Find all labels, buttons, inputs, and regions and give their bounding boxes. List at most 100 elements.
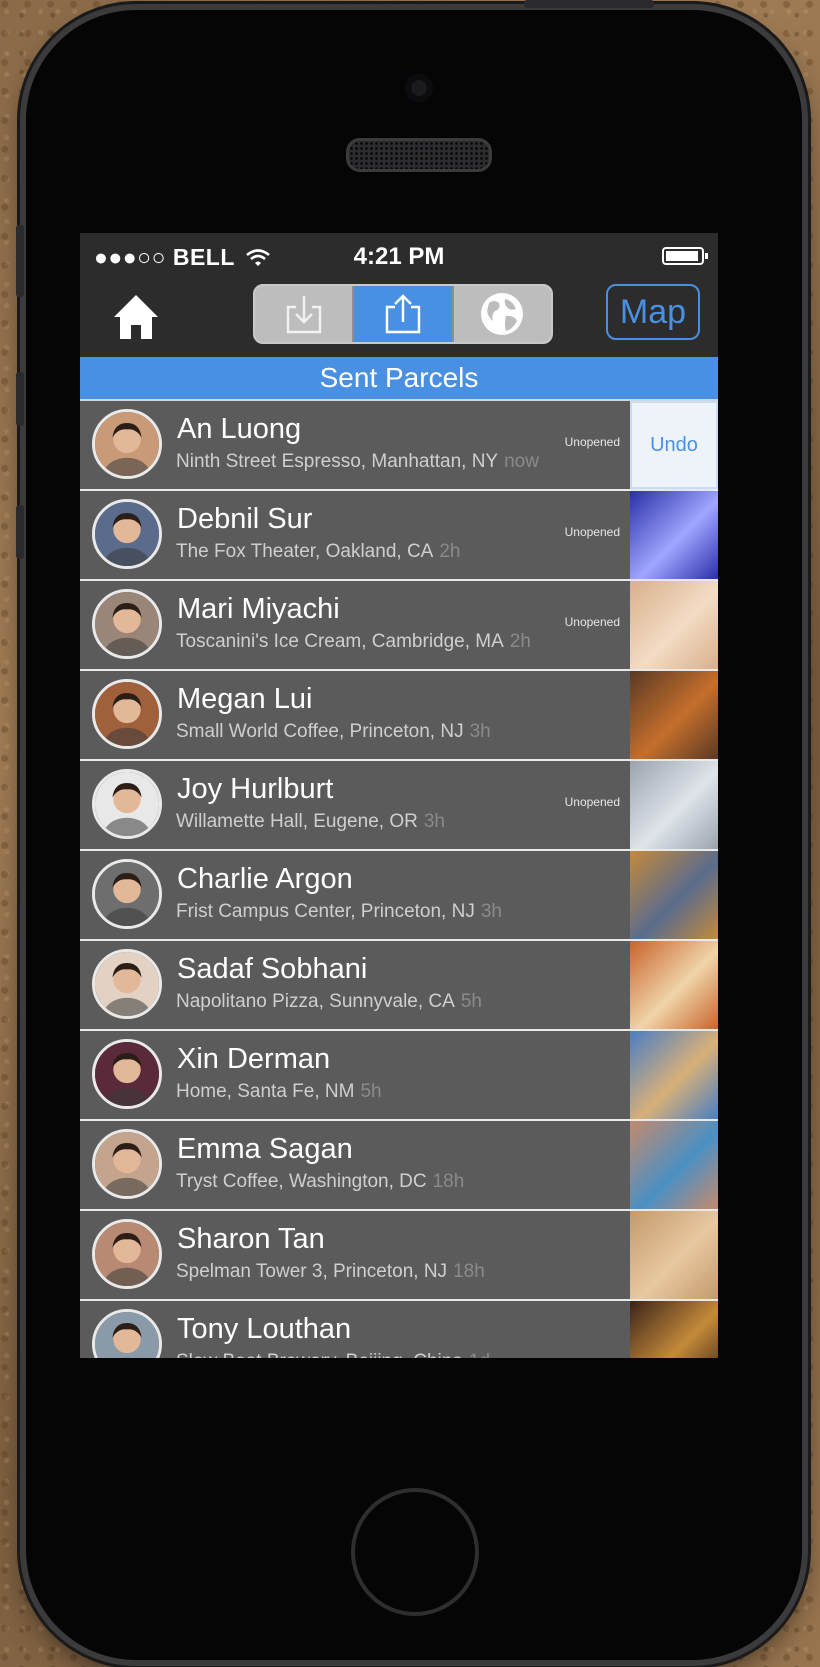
parcel-status: Unopened	[564, 615, 620, 629]
parcel-row-7[interactable]: Sadaf Sobhani Napolitano Pizza, Sunnyval…	[80, 941, 718, 1031]
sent-time: 3h	[423, 811, 445, 832]
front-camera	[405, 74, 433, 102]
parcel-photo[interactable]	[630, 671, 718, 759]
parcel-row-10[interactable]: Sharon Tan Spelman Tower 3, Princeton, N…	[80, 1211, 718, 1301]
segment-sent[interactable]	[352, 286, 452, 342]
sent-time: 2h	[439, 541, 461, 562]
parcel-list: An Luong Ninth Street Espresso, Manhatta…	[80, 399, 718, 1358]
hardware-home-button	[351, 1488, 479, 1616]
segment-explore[interactable]	[451, 286, 551, 342]
location-text: Slow Boat Brewery, Beijing, China	[176, 1351, 463, 1358]
earpiece-speaker	[346, 138, 492, 172]
download-icon	[286, 296, 321, 334]
parcel-location: Home, Santa Fe, NM 5h	[176, 1081, 382, 1103]
sent-time: 3h	[480, 901, 502, 922]
location-text: Small World Coffee, Princeton, NJ	[176, 721, 464, 742]
phone-frame: ●●●○○ BELL 4:21 PM Map Sent Parcels An L…	[16, 0, 802, 1660]
parcel-photo[interactable]	[630, 491, 718, 579]
segment-inbox[interactable]	[255, 286, 352, 342]
parcel-status: Unopened	[564, 435, 620, 449]
parcel-location: The Fox Theater, Oakland, CA 2h	[176, 541, 460, 563]
parcel-location: Willamette Hall, Eugene, OR 3h	[176, 811, 445, 833]
parcel-photo[interactable]	[630, 581, 718, 669]
recipient-name: Sadaf Sobhani	[177, 953, 368, 985]
sent-time: 18h	[453, 1261, 485, 1282]
parcel-location: Frist Campus Center, Princeton, NJ 3h	[176, 901, 502, 923]
parcel-location: Ninth Street Espresso, Manhattan, NY now	[176, 451, 539, 473]
parcel-photo[interactable]	[630, 851, 718, 939]
parcel-row-3[interactable]: Mari Miyachi Toscanini's Ice Cream, Camb…	[80, 581, 718, 671]
recipient-name: Sharon Tan	[177, 1223, 325, 1255]
power-button	[524, 0, 654, 8]
avatar	[92, 769, 162, 839]
location-text: Ninth Street Espresso, Manhattan, NY	[176, 451, 499, 472]
sent-time: 1d	[469, 1351, 490, 1358]
recipient-name: Debnil Sur	[177, 503, 313, 535]
avatar-photo	[95, 952, 159, 1016]
undo-button[interactable]: Undo	[630, 401, 718, 489]
map-button[interactable]: Map	[606, 284, 700, 340]
avatar-photo	[95, 1132, 159, 1196]
avatar	[92, 409, 162, 479]
parcel-status: Unopened	[564, 525, 620, 539]
parcel-photo[interactable]	[630, 1031, 718, 1119]
volume-up-button	[16, 372, 24, 426]
globe-icon	[481, 293, 524, 335]
sent-time: now	[504, 451, 539, 472]
avatar-photo	[95, 1222, 159, 1286]
parcel-row-5[interactable]: Joy Hurlburt Willamette Hall, Eugene, OR…	[80, 761, 718, 851]
parcel-status: Unopened	[564, 795, 620, 809]
location-text: Spelman Tower 3, Princeton, NJ	[176, 1261, 448, 1282]
mute-switch	[16, 225, 24, 297]
parcel-photo[interactable]	[630, 941, 718, 1029]
avatar	[92, 1129, 162, 1199]
sent-time: 5h	[460, 991, 482, 1012]
parcel-row-8[interactable]: Xin Derman Home, Santa Fe, NM 5h	[80, 1031, 718, 1121]
battery-icon	[662, 247, 708, 265]
status-time: 4:21 PM	[353, 243, 445, 270]
avatar	[92, 949, 162, 1019]
avatar-photo	[95, 502, 159, 566]
avatar	[92, 679, 162, 749]
location-text: Tryst Coffee, Washington, DC	[176, 1171, 427, 1192]
parcel-location: Napolitano Pizza, Sunnyvale, CA 5h	[176, 991, 482, 1013]
battery-level	[666, 251, 699, 261]
recipient-name: An Luong	[177, 413, 302, 445]
avatar-photo	[95, 592, 159, 656]
avatar-photo	[95, 412, 159, 476]
section-title: Sent Parcels	[80, 357, 718, 399]
avatar	[92, 1309, 162, 1358]
location-text: Frist Campus Center, Princeton, NJ	[176, 901, 475, 922]
avatar-photo	[95, 862, 159, 926]
parcel-row-4[interactable]: Megan Lui Small World Coffee, Princeton,…	[80, 671, 718, 761]
parcel-photo[interactable]	[630, 761, 718, 849]
recipient-name: Joy Hurlburt	[177, 773, 334, 805]
parcel-photo[interactable]	[630, 1211, 718, 1299]
parcel-photo[interactable]	[630, 1301, 718, 1358]
location-text: Home, Santa Fe, NM	[176, 1081, 355, 1102]
recipient-name: Emma Sagan	[177, 1133, 353, 1165]
parcel-row-1[interactable]: An Luong Ninth Street Espresso, Manhatta…	[80, 399, 718, 491]
avatar	[92, 859, 162, 929]
upload-icon	[385, 294, 421, 334]
avatar	[92, 1039, 162, 1109]
parcel-row-2[interactable]: Debnil Sur The Fox Theater, Oakland, CA 2…	[80, 491, 718, 581]
recipient-name: Mari Miyachi	[177, 593, 340, 625]
avatar	[92, 1219, 162, 1289]
avatar	[92, 499, 162, 569]
parcel-location: Small World Coffee, Princeton, NJ 3h	[176, 721, 491, 743]
sent-time: 18h	[432, 1171, 465, 1192]
avatar-photo	[95, 772, 159, 836]
location-text: The Fox Theater, Oakland, CA	[176, 541, 434, 562]
sent-time: 2h	[509, 631, 531, 652]
volume-down-button	[16, 505, 24, 559]
parcel-row-11[interactable]: Tony Louthan Slow Boat Brewery, Beijing,…	[80, 1301, 718, 1358]
parcel-row-6[interactable]: Charlie Argon Frist Campus Center, Princ…	[80, 851, 718, 941]
parcel-photo[interactable]	[630, 1121, 718, 1209]
home-icon[interactable]	[112, 291, 160, 343]
recipient-name: Tony Louthan	[177, 1313, 352, 1345]
location-text: Toscanini's Ice Cream, Cambridge, MA	[176, 631, 504, 652]
parcel-row-9[interactable]: Emma Sagan Tryst Coffee, Washington, DC 1…	[80, 1121, 718, 1211]
sent-time: 5h	[360, 1081, 382, 1102]
parcel-location: Toscanini's Ice Cream, Cambridge, MA 2h	[176, 631, 531, 653]
